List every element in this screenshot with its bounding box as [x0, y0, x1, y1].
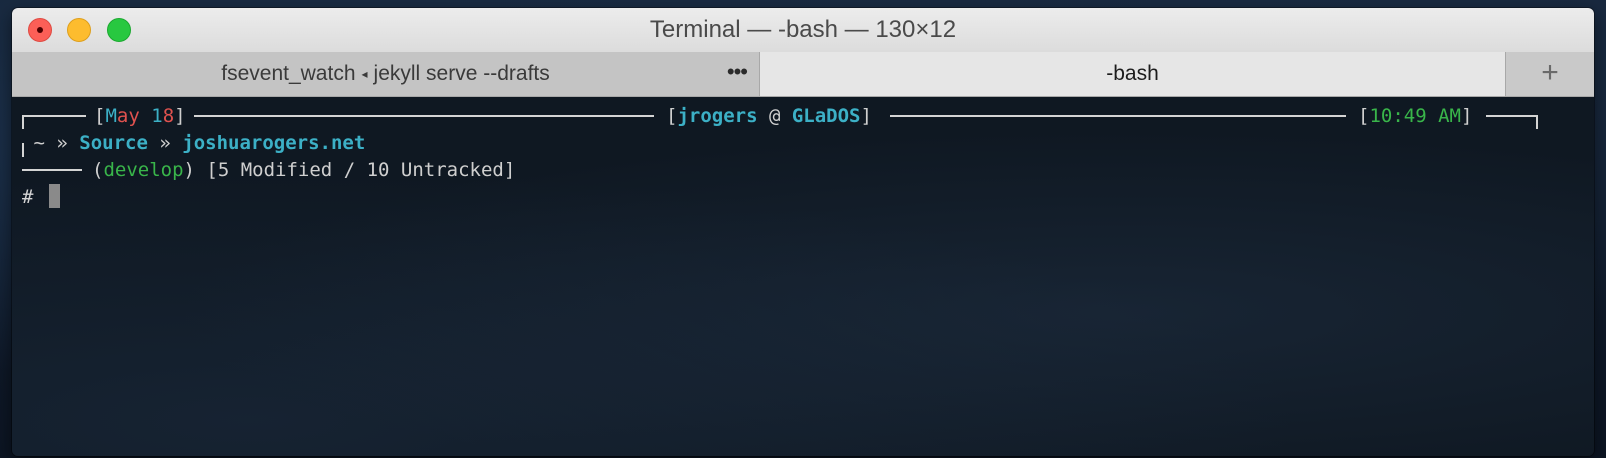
- git-branch: develop: [103, 159, 184, 181]
- rule-segment: [22, 169, 82, 171]
- terminal-window: Terminal — -bash — 130×12 fsevent_watch ◂…: [12, 8, 1594, 456]
- hostname: GLaDOS: [791, 105, 861, 127]
- text-cursor: [48, 184, 60, 208]
- prompt-header-line: [May 18] [jrogers @ GLaDOS] [10:49 AM]: [12, 103, 1594, 129]
- git-status: [5 Modified / 10 Untracked]: [206, 159, 516, 181]
- corner-top-left: [22, 115, 24, 129]
- window-title: Terminal — -bash — 130×12: [649, 16, 957, 43]
- user-host: [jrogers @ GLaDOS]: [666, 105, 872, 127]
- date-stamp: [May 18]: [94, 105, 186, 127]
- tab-command-label: jekyll serve --drafts: [373, 62, 550, 85]
- corner-top-right: [1536, 115, 1538, 129]
- git-info: (develop) [5 Modified / 10 Untracked]: [92, 159, 516, 181]
- more-icon[interactable]: •••: [727, 52, 748, 92]
- command-input-line[interactable]: #: [22, 184, 60, 210]
- tab-bash[interactable]: -bash: [760, 52, 1506, 96]
- prompt-git-line: (develop) [5 Modified / 10 Untracked]: [22, 143, 515, 183]
- new-tab-button[interactable]: +: [1506, 52, 1594, 96]
- rule-segment: [1486, 115, 1538, 117]
- clock-time: 10:49 AM: [1369, 105, 1461, 127]
- prompt-symbol: #: [22, 186, 34, 208]
- tab-process-label: fsevent_watch: [221, 62, 356, 85]
- tab-bar: fsevent_watch ◂ jekyll serve --drafts ••• …: [12, 52, 1594, 97]
- path-dir: Source: [79, 132, 148, 154]
- username: jrogers: [677, 105, 758, 127]
- corner-bottom-left: [22, 143, 24, 157]
- title-bar[interactable]: Terminal — -bash — 130×12: [12, 8, 1594, 53]
- clock: [10:49 AM]: [1358, 105, 1473, 127]
- rule-segment: [194, 115, 654, 117]
- rule-segment: [890, 115, 1346, 117]
- terminal-output[interactable]: [May 18] [jrogers @ GLaDOS] [10:49 AM] ~…: [12, 97, 1594, 456]
- tab-separator-icon: ◂: [361, 67, 368, 81]
- rule-segment: [22, 115, 86, 117]
- path-repo: joshuarogers.net: [182, 132, 366, 154]
- tab-jekyll[interactable]: fsevent_watch ◂ jekyll serve --drafts •••: [12, 52, 760, 96]
- tab-label: -bash: [1106, 62, 1159, 85]
- prompt-path-line: ~ » Source » joshuarogers.net: [33, 132, 366, 154]
